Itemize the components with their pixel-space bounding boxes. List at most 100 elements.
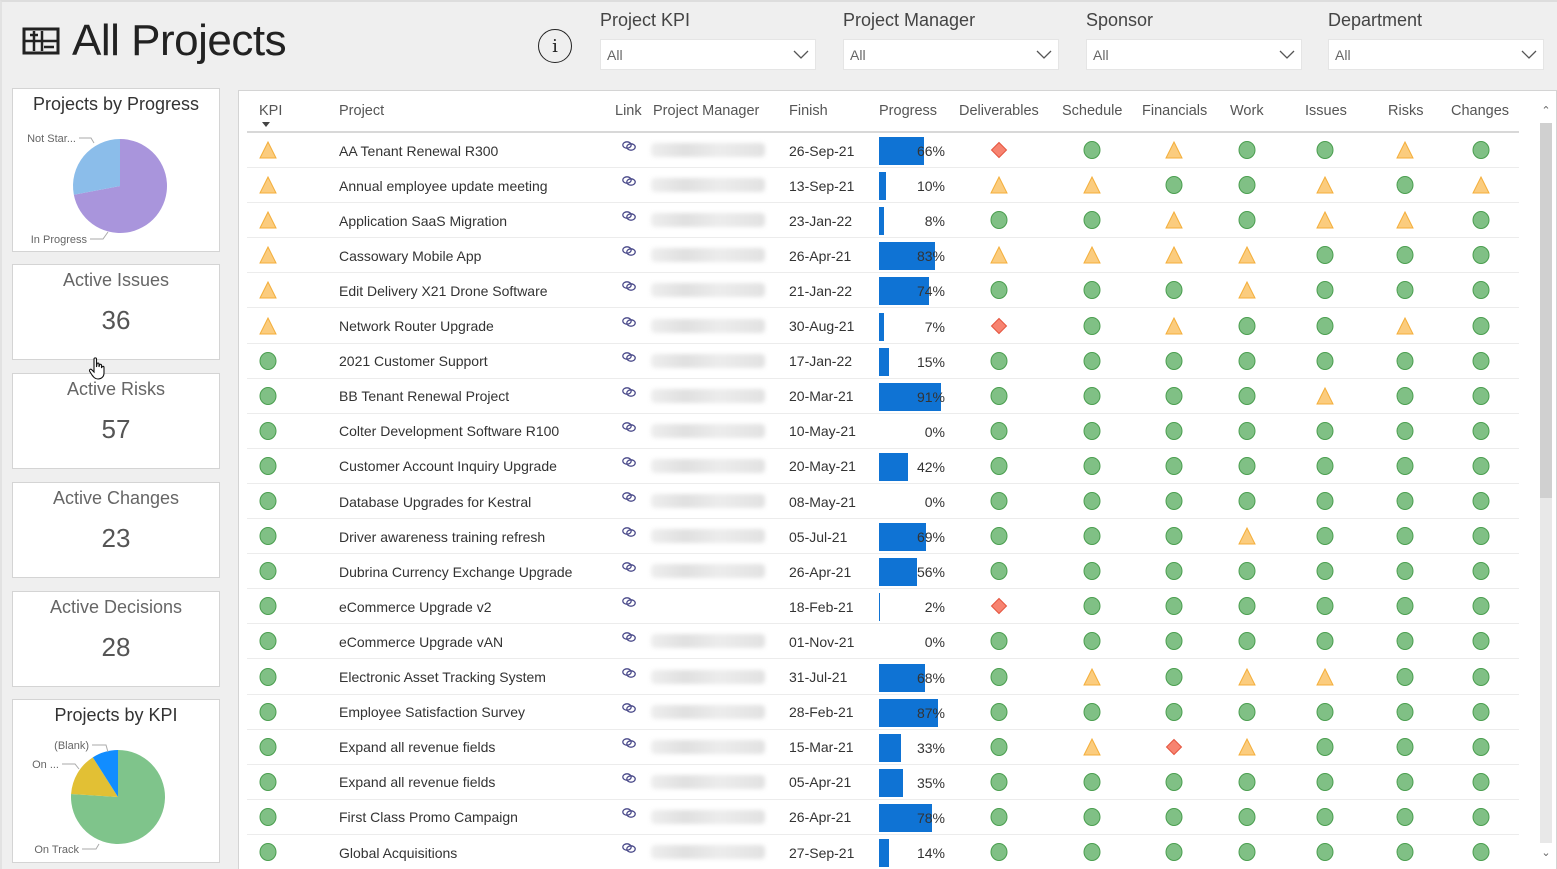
column-header-financials[interactable]: Financials [1142, 103, 1207, 119]
scroll-up-icon[interactable]: ⌃ [1540, 101, 1552, 121]
table-row[interactable]: AA Tenant Renewal R300 26-Sep-21 66% [247, 133, 1519, 168]
project-name[interactable]: Cassowary Mobile App [339, 238, 481, 273]
sort-descending-icon[interactable] [262, 122, 270, 127]
project-name[interactable]: Expand all revenue fields [339, 730, 495, 765]
active-risks-card[interactable]: Active Risks 57 [12, 373, 220, 469]
link-icon[interactable] [621, 526, 637, 538]
table-row[interactable]: BB Tenant Renewal Project 20-Mar-21 91% [247, 379, 1519, 414]
table-row[interactable]: Cassowary Mobile App 26-Apr-21 83% [247, 238, 1519, 274]
link-icon[interactable] [621, 351, 637, 363]
active-decisions-card[interactable]: Active Decisions 28 [12, 591, 220, 687]
deliverables-critical-diamond-icon [990, 317, 1008, 334]
column-header-project[interactable]: Project [339, 103, 384, 119]
project-name[interactable]: AA Tenant Renewal R300 [339, 133, 498, 168]
column-header-kpi[interactable]: KPI [259, 103, 282, 119]
table-row[interactable]: Expand all revenue fields 15-Mar-21 33% [247, 730, 1519, 765]
sponsor-dropdown[interactable]: All [1086, 39, 1302, 70]
table-row[interactable]: Customer Account Inquiry Upgrade 20-May-2… [247, 449, 1519, 484]
link-icon[interactable] [621, 421, 637, 433]
project-name[interactable]: Annual employee update meeting [339, 168, 548, 203]
active-issues-card[interactable]: Active Issues 36 [12, 264, 220, 360]
link-icon[interactable] [621, 210, 637, 222]
table-row[interactable]: Electronic Asset Tracking System 31-Jul-2… [247, 660, 1519, 695]
project-name[interactable]: Colter Development Software R100 [339, 414, 559, 449]
project-manager-dropdown[interactable]: All [843, 39, 1059, 70]
link-icon[interactable] [621, 702, 637, 714]
link-icon[interactable] [621, 245, 637, 257]
progress-bar: 35% [879, 768, 947, 797]
table-row[interactable]: Edit Delivery X21 Drone Software 21-Jan-2… [247, 273, 1519, 309]
info-button[interactable]: i [538, 29, 572, 63]
column-header-project-manager[interactable]: Project Manager [653, 103, 759, 119]
table-row[interactable]: eCommerce Upgrade vAN 01-Nov-21 0% [247, 624, 1519, 660]
project-name[interactable]: First Class Promo Campaign [339, 800, 518, 835]
table-row[interactable]: Expand all revenue fields 05-Apr-21 35% [247, 765, 1519, 800]
project-name[interactable]: Dubrina Currency Exchange Upgrade [339, 554, 572, 589]
link-icon[interactable] [621, 772, 637, 784]
table-scrollbar[interactable]: ⌃ ⌄ [1540, 101, 1552, 863]
progress-bar: 0% [879, 628, 947, 656]
link-icon[interactable] [621, 491, 637, 503]
project-name[interactable]: Electronic Asset Tracking System [339, 660, 546, 695]
link-icon[interactable] [621, 175, 637, 187]
project-name[interactable]: Application SaaS Migration [339, 203, 507, 238]
table-row[interactable]: First Class Promo Campaign 26-Apr-21 78% [247, 800, 1519, 835]
project-name[interactable]: eCommerce Upgrade v2 [339, 589, 492, 624]
table-row[interactable]: eCommerce Upgrade v2 18-Feb-21 2% [247, 589, 1519, 625]
link-icon[interactable] [621, 596, 637, 608]
projects-by-progress-card[interactable]: Projects by Progress In Progress Not Star… [12, 88, 220, 252]
table-row[interactable]: Application SaaS Migration 23-Jan-22 8% [247, 203, 1519, 239]
active-changes-card[interactable]: Active Changes 23 [12, 482, 220, 578]
projects-by-progress-pie[interactable]: In Progress Not Star... [13, 89, 221, 253]
project-name[interactable]: Driver awareness training refresh [339, 519, 545, 554]
table-row[interactable]: Database Upgrades for Kestral 08-May-21 0% [247, 484, 1519, 519]
column-header-finish[interactable]: Finish [789, 103, 828, 119]
kpi-on-track-circle-icon [259, 632, 277, 651]
column-header-progress[interactable]: Progress [879, 103, 937, 119]
project-kpi-dropdown[interactable]: All [600, 39, 816, 70]
column-header-risks[interactable]: Risks [1388, 103, 1423, 119]
project-name[interactable]: Employee Satisfaction Survey [339, 695, 525, 730]
link-icon[interactable] [621, 631, 637, 643]
department-dropdown[interactable]: All [1328, 39, 1544, 70]
project-name[interactable]: eCommerce Upgrade vAN [339, 624, 503, 659]
project-name[interactable]: Global Acquisitions [339, 835, 457, 869]
table-row[interactable]: Network Router Upgrade 30-Aug-21 7% [247, 309, 1519, 344]
projects-by-kpi-pie[interactable]: On Track On ... (Blank) [13, 700, 221, 864]
column-header-work[interactable]: Work [1230, 103, 1264, 119]
project-name[interactable]: BB Tenant Renewal Project [339, 379, 509, 414]
link-icon[interactable] [621, 456, 637, 468]
table-row[interactable]: 2021 Customer Support 17-Jan-22 15% [247, 344, 1519, 379]
link-icon[interactable] [621, 561, 637, 573]
table-row[interactable]: Annual employee update meeting 13-Sep-21 1… [247, 168, 1519, 204]
column-header-issues[interactable]: Issues [1305, 103, 1347, 119]
link-icon[interactable] [621, 667, 637, 679]
project-name[interactable]: Customer Account Inquiry Upgrade [339, 449, 557, 484]
column-header-schedule[interactable]: Schedule [1062, 103, 1122, 119]
pie-slice-not-started[interactable] [73, 139, 120, 195]
link-icon[interactable] [621, 316, 637, 328]
table-row[interactable]: Dubrina Currency Exchange Upgrade 26-Apr-… [247, 554, 1519, 590]
scroll-down-icon[interactable]: ⌄ [1540, 843, 1552, 863]
project-name[interactable]: Expand all revenue fields [339, 765, 495, 800]
link-icon[interactable] [621, 140, 637, 152]
column-header-changes[interactable]: Changes [1451, 103, 1509, 119]
project-name[interactable]: Network Router Upgrade [339, 309, 494, 344]
column-header-deliverables[interactable]: Deliverables [959, 103, 1039, 119]
link-icon[interactable] [621, 807, 637, 819]
scrollbar-thumb[interactable] [1540, 123, 1552, 498]
link-icon[interactable] [621, 842, 637, 854]
project-name[interactable]: 2021 Customer Support [339, 344, 488, 379]
progress-value: 7% [924, 318, 945, 335]
projects-by-kpi-card[interactable]: Projects by KPI On Track On ... (Blank) [12, 699, 220, 863]
project-name[interactable]: Edit Delivery X21 Drone Software [339, 273, 548, 308]
project-name[interactable]: Database Upgrades for Kestral [339, 484, 531, 519]
table-row[interactable]: Global Acquisitions 27-Sep-21 14% [247, 835, 1519, 869]
link-icon[interactable] [621, 280, 637, 292]
link-icon[interactable] [621, 737, 637, 749]
table-row[interactable]: Employee Satisfaction Survey 28-Feb-21 87% [247, 695, 1519, 730]
table-row[interactable]: Colter Development Software R100 10-May-2… [247, 414, 1519, 449]
table-row[interactable]: Driver awareness training refresh 05-Jul-… [247, 519, 1519, 555]
link-icon[interactable] [621, 386, 637, 398]
column-header-link[interactable]: Link [615, 103, 642, 119]
